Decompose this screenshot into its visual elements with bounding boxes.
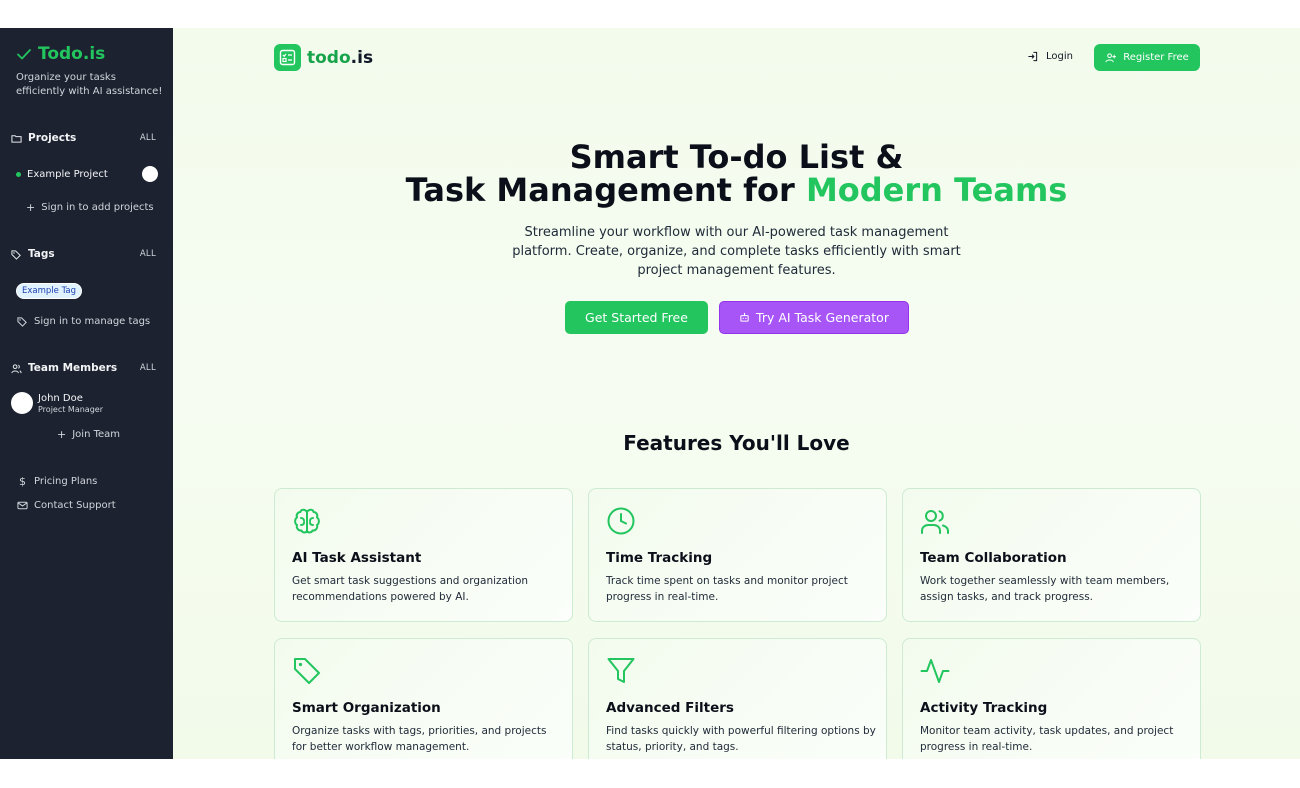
- tags-header: Tags ALL: [11, 248, 156, 260]
- activity-icon: [920, 659, 950, 683]
- feature-title: Time Tracking: [606, 550, 713, 566]
- feature-title: Advanced Filters: [606, 700, 734, 716]
- tag-pill[interactable]: Example Tag: [16, 283, 82, 299]
- brain-icon: [294, 508, 320, 534]
- contact-link[interactable]: Contact Support: [17, 500, 116, 511]
- main-content: todo.is Login Register Free Smart To-do …: [173, 28, 1300, 759]
- feature-card: Team Collaboration Work together seamles…: [902, 488, 1201, 622]
- member-name: John Doe: [38, 392, 83, 404]
- clock-icon: [607, 507, 635, 535]
- contact-label: Contact Support: [34, 500, 116, 511]
- get-started-label: Get Started Free: [585, 310, 688, 325]
- dollar-icon: $: [19, 475, 26, 488]
- join-team-label: Join Team: [72, 429, 121, 440]
- get-started-button[interactable]: Get Started Free: [565, 301, 708, 334]
- feature-card: Activity Tracking Monitor team activity,…: [902, 638, 1201, 759]
- robot-icon: [740, 312, 749, 322]
- feature-card: Advanced Filters Find tasks quickly with…: [588, 638, 887, 759]
- feature-desc: Find tasks quickly with powerful filteri…: [606, 725, 876, 753]
- projects-header: Projects ALL: [11, 132, 156, 144]
- tags-all-link[interactable]: ALL: [140, 249, 156, 259]
- hero-title-accent: Modern Teams: [805, 171, 1068, 209]
- hero-title-main: Task Management for: [405, 171, 806, 209]
- mail-icon: [17, 501, 28, 510]
- brand-tagline: Organize your tasks efficiently with AI …: [16, 72, 163, 97]
- login-label: Login: [1046, 51, 1073, 62]
- logo-mark: [274, 44, 301, 71]
- feature-title: Team Collaboration: [920, 550, 1067, 566]
- brand-name: Todo.is: [38, 44, 106, 64]
- feature-desc: Monitor team activity, task updates, and…: [920, 725, 1174, 753]
- feature-title: Smart Organization: [292, 700, 441, 716]
- feature-card: Smart Organization Organize tasks with t…: [274, 638, 573, 759]
- feature-desc: Track time spent on tasks and monitor pr…: [606, 575, 848, 603]
- add-project-label: Sign in to add projects: [41, 202, 154, 213]
- manage-tags-link[interactable]: Sign in to manage tags: [17, 316, 150, 327]
- add-project-link[interactable]: + Sign in to add projects: [26, 201, 154, 214]
- login-link[interactable]: Login: [1027, 51, 1073, 62]
- users-icon: [921, 510, 949, 534]
- hero-subtitle: Streamline your workflow with our AI-pow…: [512, 225, 961, 278]
- pricing-link[interactable]: $ Pricing Plans: [17, 475, 97, 488]
- login-icon: [1028, 51, 1038, 62]
- feature-desc: Organize tasks with tags, priorities, an…: [292, 725, 547, 753]
- feature-title: Activity Tracking: [920, 700, 1048, 716]
- features-title: Features You'll Love: [623, 431, 850, 455]
- feature-desc: Work together seamlessly with team membe…: [920, 575, 1170, 603]
- member-role: Project Manager: [38, 404, 103, 414]
- team-all-link[interactable]: ALL: [140, 363, 156, 373]
- feature-title: AI Task Assistant: [292, 550, 422, 566]
- manage-tags-label: Sign in to manage tags: [34, 316, 151, 327]
- app-window: Todo.is Organize your tasks efficiently …: [0, 28, 1300, 759]
- team-header: Team Members ALL: [11, 362, 156, 374]
- hero-title-line2: Task Management for Modern Teams: [173, 174, 1300, 207]
- check-icon: [17, 49, 31, 60]
- users-icon: [11, 363, 22, 373]
- hero-title-line1: Smart To-do List &: [569, 138, 904, 176]
- project-color-dot: [16, 171, 21, 177]
- tags-title: Tags: [28, 248, 55, 260]
- logo-prefix: todo: [307, 47, 351, 68]
- tag-icon: [17, 317, 27, 327]
- project-toggle[interactable]: [142, 166, 158, 182]
- team-title: Team Members: [28, 362, 118, 374]
- join-team-link[interactable]: + Join Team: [57, 428, 120, 441]
- projects-all-link[interactable]: ALL: [140, 133, 156, 143]
- avatar: [11, 392, 33, 414]
- register-label: Register Free: [1123, 52, 1189, 63]
- tag-icon: [294, 658, 320, 684]
- pricing-label: Pricing Plans: [34, 476, 98, 487]
- sidebar-brand[interactable]: Todo.is: [16, 44, 105, 64]
- plus-icon: +: [26, 201, 36, 214]
- feature-card: Time Tracking Track time spent on tasks …: [588, 488, 887, 622]
- projects-title: Projects: [28, 132, 77, 144]
- folder-icon: [11, 134, 22, 143]
- feature-desc: Get smart task suggestions and organizat…: [292, 575, 529, 603]
- project-label: Example Project: [27, 168, 108, 180]
- site-logo[interactable]: todo.is: [274, 44, 373, 71]
- plus-icon: +: [57, 428, 67, 441]
- ai-generator-label: Try AI Task Generator: [756, 310, 889, 325]
- sidebar: Todo.is Organize your tasks efficiently …: [0, 28, 173, 759]
- logo-text: todo.is: [307, 48, 373, 68]
- user-plus-icon: [1105, 53, 1117, 63]
- checklist-icon: [279, 49, 296, 66]
- filter-icon: [607, 658, 635, 683]
- feature-card: AI Task Assistant Get smart task suggest…: [274, 488, 573, 622]
- team-member[interactable]: John Doe Project Manager: [11, 392, 103, 414]
- project-item[interactable]: Example Project: [16, 166, 158, 182]
- logo-suffix: is: [357, 47, 374, 68]
- register-button[interactable]: Register Free: [1094, 44, 1200, 71]
- tags-icon: [11, 249, 21, 260]
- ai-generator-button[interactable]: Try AI Task Generator: [719, 301, 909, 334]
